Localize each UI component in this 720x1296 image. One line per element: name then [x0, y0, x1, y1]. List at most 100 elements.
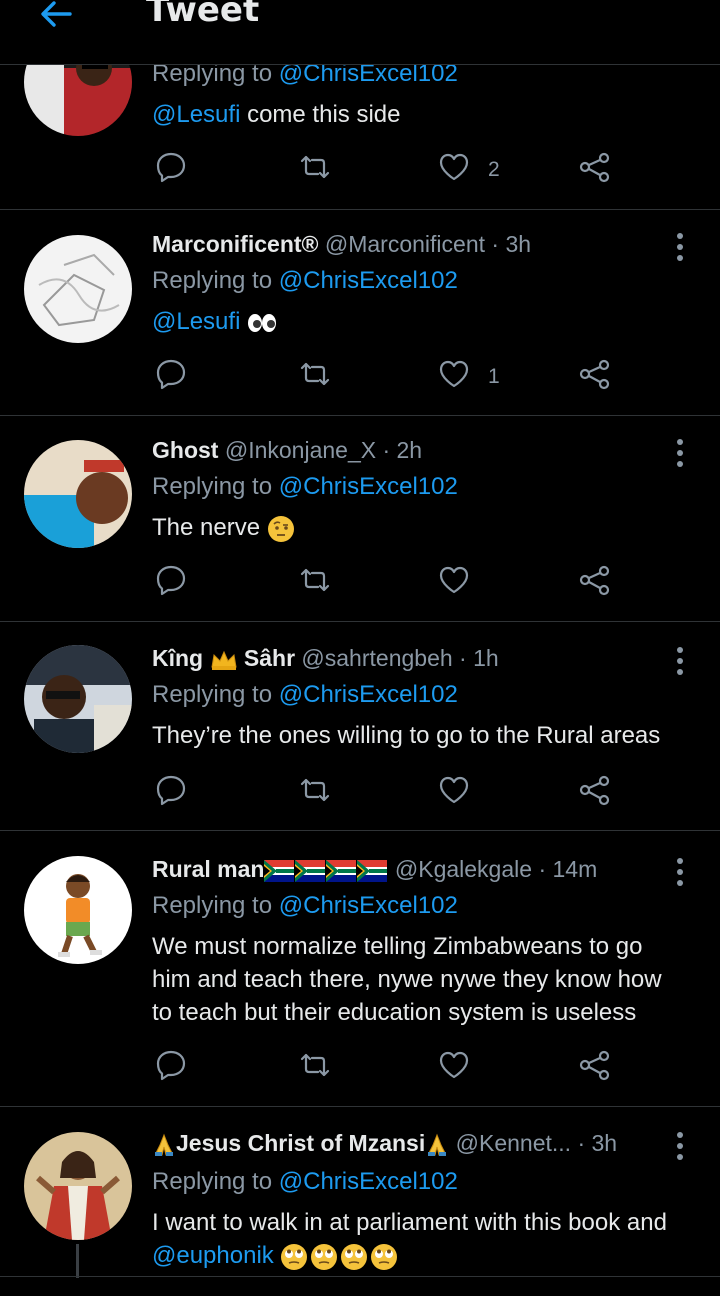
- like-button[interactable]: [437, 773, 477, 813]
- tweet-text: The nerve: [152, 511, 702, 544]
- tweet-header: Rural man @Kgalekgale · 14m: [152, 856, 597, 883]
- page-title: Tweet: [146, 0, 260, 30]
- crown-emoji: [210, 650, 237, 670]
- heart-icon: [439, 360, 469, 388]
- retweet-button[interactable]: [298, 1048, 338, 1088]
- timestamp[interactable]: · 2h: [382, 437, 422, 463]
- replying-label: Replying to: [152, 681, 273, 708]
- retweet-button[interactable]: [298, 150, 338, 190]
- tweet-text-line: him and teach there, nywe nywe they know…: [152, 966, 662, 993]
- share-icon: [579, 565, 610, 596]
- tweet-text: They’re the ones willing to go to the Ru…: [152, 719, 712, 752]
- retweet-icon: [300, 568, 330, 592]
- mention-link[interactable]: @euphonik: [152, 1242, 274, 1269]
- display-name[interactable]: Marconificent®: [152, 231, 318, 257]
- timestamp[interactable]: · 1h: [459, 645, 499, 671]
- tweet-header: Ghost @Inkonjane_X · 2h: [152, 437, 422, 464]
- share-button[interactable]: [578, 357, 618, 397]
- like-button[interactable]: [437, 563, 477, 603]
- replying-to-link[interactable]: @ChrisExcel102: [279, 473, 458, 500]
- user-handle[interactable]: @sahrtengbeh: [301, 645, 452, 671]
- more-options-button[interactable]: [668, 856, 692, 890]
- retweet-button[interactable]: [298, 563, 338, 603]
- reply-tweet[interactable]: Ghost @Inkonjane_X · 2h Replying to @Chr…: [0, 415, 720, 622]
- like-button[interactable]: [437, 1048, 477, 1088]
- share-button[interactable]: [578, 1048, 618, 1088]
- avatar[interactable]: [24, 235, 132, 343]
- tweet-text: I want to walk in at parliament with thi…: [152, 1206, 712, 1272]
- heart-icon: [439, 776, 469, 804]
- rolling-eyes-emoji-row: [281, 1242, 399, 1271]
- reply-tweet[interactable]: Marconificent® @Marconificent · 3h Reply…: [0, 209, 720, 416]
- retweet-button[interactable]: [298, 357, 338, 397]
- share-button[interactable]: [578, 150, 618, 190]
- retweet-icon: [300, 362, 330, 386]
- reply-button[interactable]: [154, 773, 194, 813]
- replying-to-link[interactable]: @ChrisExcel102: [279, 892, 458, 919]
- reply-button[interactable]: [154, 1048, 194, 1088]
- avatar[interactable]: [24, 1132, 132, 1240]
- reply-tweet[interactable]: Jesus Christ of Mzansi @Kennet... · 3h R…: [0, 1106, 720, 1296]
- replying-to-link[interactable]: @ChrisExcel102: [279, 681, 458, 708]
- replying-to: Replying to @ChrisExcel102: [152, 473, 458, 501]
- heart-icon: [439, 153, 469, 181]
- replying-label: Replying to: [152, 1168, 273, 1195]
- tweet-text-line: @euphonik: [152, 1239, 712, 1272]
- replying-label: Replying to: [152, 892, 273, 919]
- replying-to-link[interactable]: @ChrisExcel102: [279, 1168, 458, 1195]
- avatar[interactable]: [24, 440, 132, 548]
- avatar[interactable]: [24, 645, 132, 753]
- arrow-left-icon: [41, 1, 72, 27]
- display-name[interactable]: Jesus Christ of Mzansi: [176, 1130, 425, 1156]
- reply-button[interactable]: [154, 357, 194, 397]
- share-icon: [579, 152, 610, 183]
- replying-label: Replying to: [152, 473, 273, 500]
- reply-button[interactable]: [154, 563, 194, 603]
- more-options-button[interactable]: [668, 437, 692, 471]
- reply-tweet[interactable]: Kîng Sâhr @sahrtengbeh · 1h Replying to …: [0, 621, 720, 831]
- user-handle[interactable]: @Kennet...: [456, 1130, 571, 1156]
- share-icon: [579, 775, 610, 806]
- display-name[interactable]: Ghost: [152, 437, 218, 463]
- more-options-button[interactable]: [668, 645, 692, 679]
- mention-link[interactable]: @Lesufi: [152, 101, 240, 128]
- user-handle[interactable]: @Inkonjane_X: [225, 437, 376, 463]
- share-icon: [579, 359, 610, 390]
- back-button[interactable]: [36, 0, 76, 34]
- folded-hands-emoji: [155, 1133, 173, 1156]
- timestamp[interactable]: · 14m: [538, 856, 597, 882]
- timestamp[interactable]: · 3h: [491, 231, 531, 257]
- more-options-button[interactable]: [668, 231, 692, 265]
- south-africa-flags-emoji: [264, 859, 388, 882]
- eyes-emoji: [248, 313, 277, 332]
- tweet-text-content: come this side: [240, 101, 401, 128]
- like-button[interactable]: [437, 357, 477, 397]
- folded-hands-emoji: [428, 1133, 447, 1156]
- heart-icon: [439, 1051, 469, 1079]
- tweet-text-line: I want to walk in at parliament with thi…: [152, 1209, 667, 1236]
- tweet-text-content: The nerve: [152, 514, 261, 541]
- tweet-header: Jesus Christ of Mzansi @Kennet... · 3h: [152, 1130, 617, 1157]
- top-app-bar: Tweet: [0, 0, 720, 65]
- retweet-button[interactable]: [298, 773, 338, 813]
- display-name[interactable]: Rural man: [152, 856, 264, 882]
- like-button[interactable]: [437, 150, 477, 190]
- reply-tweet[interactable]: Rural man @Kgalekgale · 14m Replying to …: [0, 830, 720, 1107]
- replying-to-link[interactable]: @ChrisExcel102: [279, 267, 458, 294]
- share-button[interactable]: [578, 773, 618, 813]
- reply-icon: [156, 359, 186, 390]
- timestamp[interactable]: · 3h: [577, 1130, 617, 1156]
- reply-button[interactable]: [154, 150, 194, 190]
- display-name-suffix[interactable]: Sâhr: [244, 645, 295, 671]
- user-handle[interactable]: @Marconificent: [325, 231, 485, 257]
- tweet-text: We must normalize telling Zimbabweans to…: [152, 930, 712, 1029]
- replying-to: Replying to @ChrisExcel102: [152, 1168, 458, 1196]
- share-button[interactable]: [578, 563, 618, 603]
- more-options-button[interactable]: [668, 1130, 692, 1164]
- divider: [0, 1276, 720, 1277]
- mention-link[interactable]: @Lesufi: [152, 308, 240, 335]
- display-name[interactable]: Kîng: [152, 645, 203, 671]
- user-handle[interactable]: @Kgalekgale: [395, 856, 532, 882]
- avatar[interactable]: [24, 856, 132, 964]
- tweet-text-line: to teach but their education system is u…: [152, 999, 637, 1026]
